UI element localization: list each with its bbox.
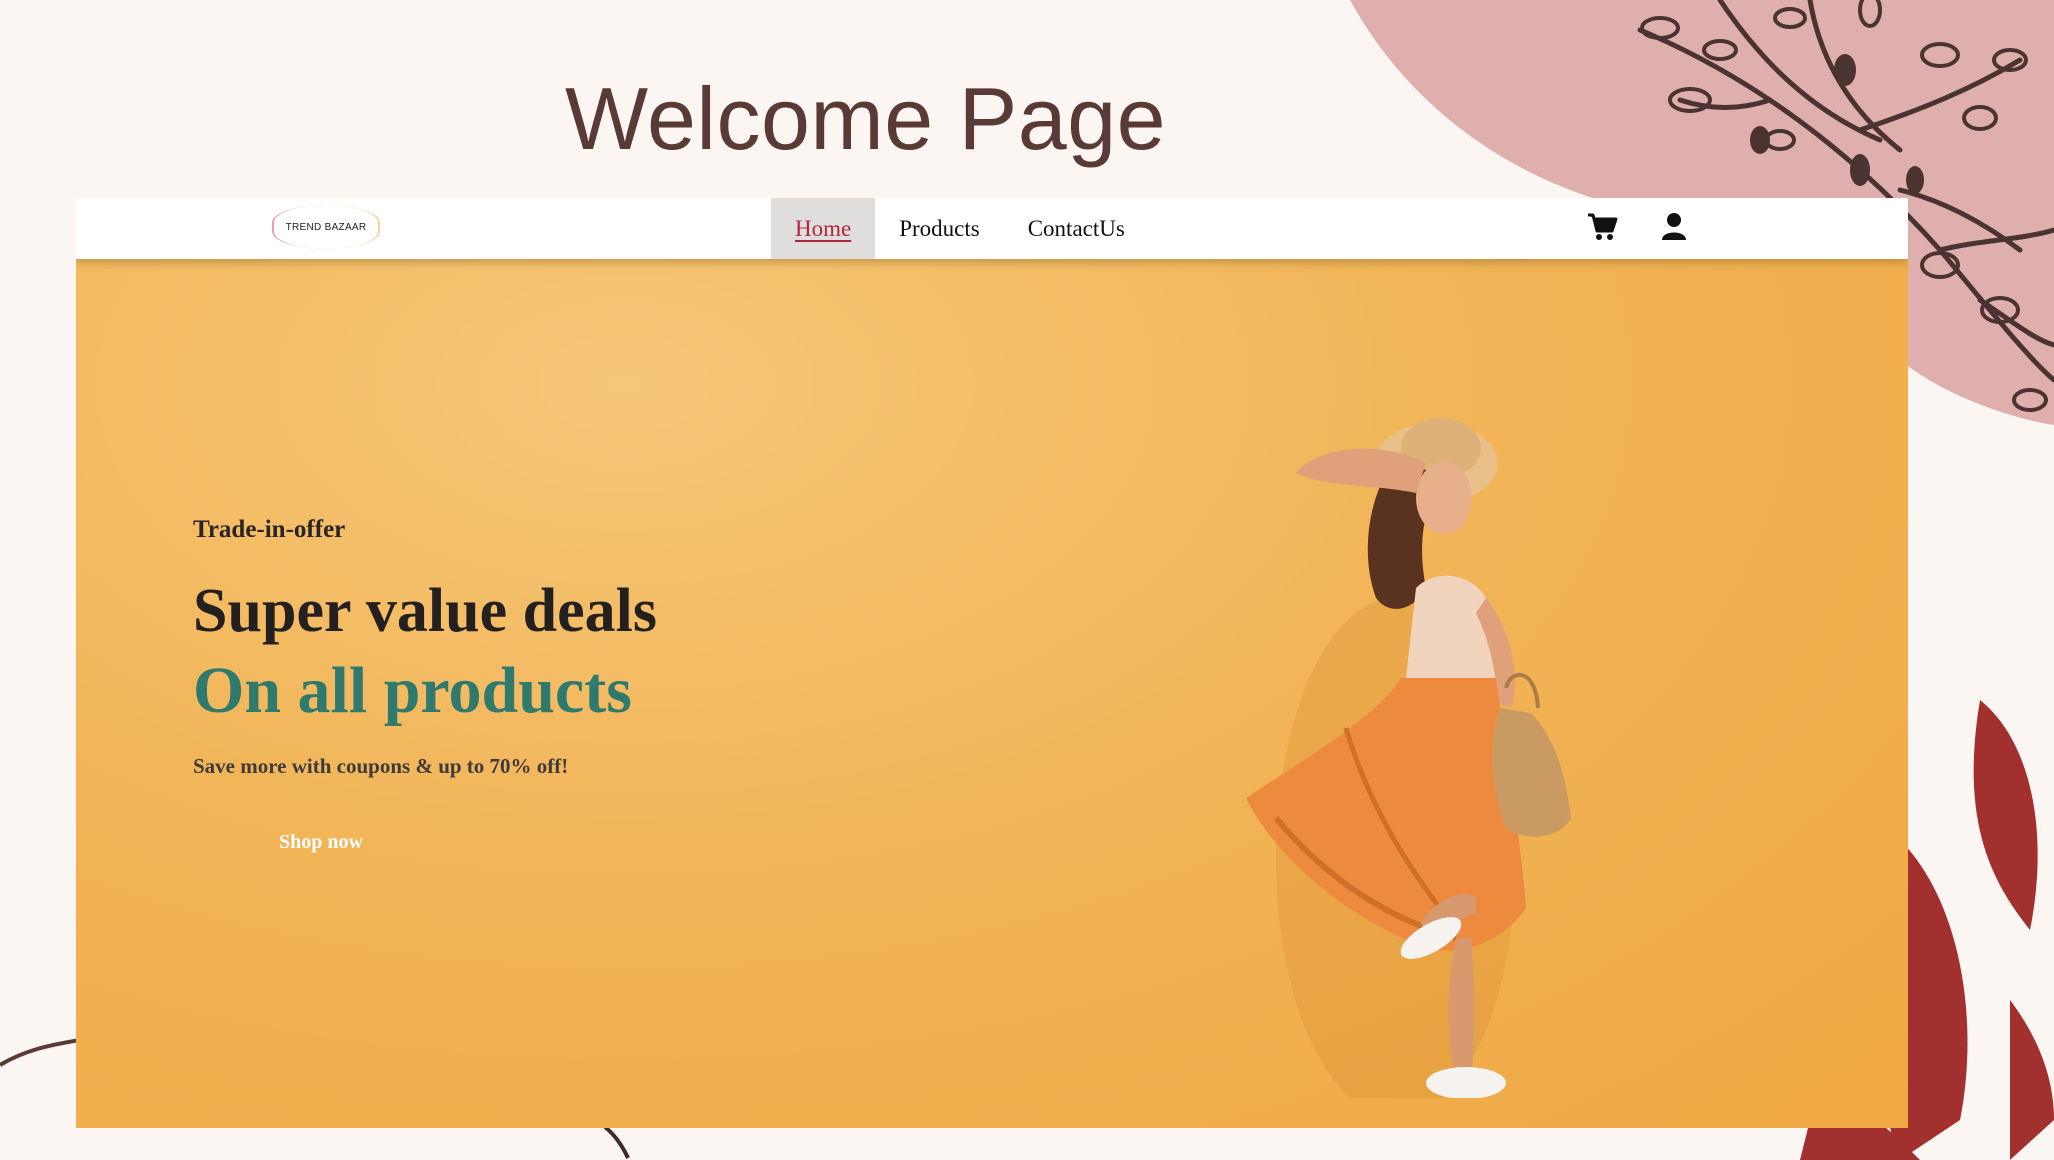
nav-home[interactable]: Home	[771, 198, 876, 259]
shop-now-button[interactable]: Shop now	[233, 819, 409, 865]
site-navbar: TREND BAZAAR Home Products ContactUs	[76, 198, 1908, 259]
slide: Welcome Page Trade-in-offer Super value …	[0, 0, 2054, 1160]
hero-text: Trade-in-offer Super value deals On all …	[193, 516, 657, 865]
brown-stroke-decoration	[600, 1125, 640, 1160]
slide-title: Welcome Page	[565, 69, 1167, 168]
brown-arc-decoration	[0, 1020, 80, 1100]
nav-products[interactable]: Products	[875, 198, 1004, 259]
nav-contactus[interactable]: ContactUs	[1004, 198, 1149, 259]
website-preview: Trade-in-offer Super value deals On all …	[76, 198, 1908, 1128]
hero-promo: Save more with coupons & up to 70% off!	[193, 754, 569, 778]
hero-kicker: Trade-in-offer	[193, 516, 346, 543]
hero-headline: Super value deals	[193, 577, 657, 645]
site-logo[interactable]: TREND BAZAAR	[272, 205, 380, 249]
cart-icon[interactable]	[1586, 212, 1618, 247]
hero-banner: Trade-in-offer Super value deals On all …	[76, 198, 1908, 1128]
logo-text: TREND BAZAAR	[285, 221, 367, 233]
nav-links: Home Products ContactUs	[771, 198, 1149, 259]
model-photo	[1126, 298, 1666, 1118]
user-icon[interactable]	[1661, 212, 1687, 247]
hero-subheadline: On all products	[193, 654, 632, 727]
